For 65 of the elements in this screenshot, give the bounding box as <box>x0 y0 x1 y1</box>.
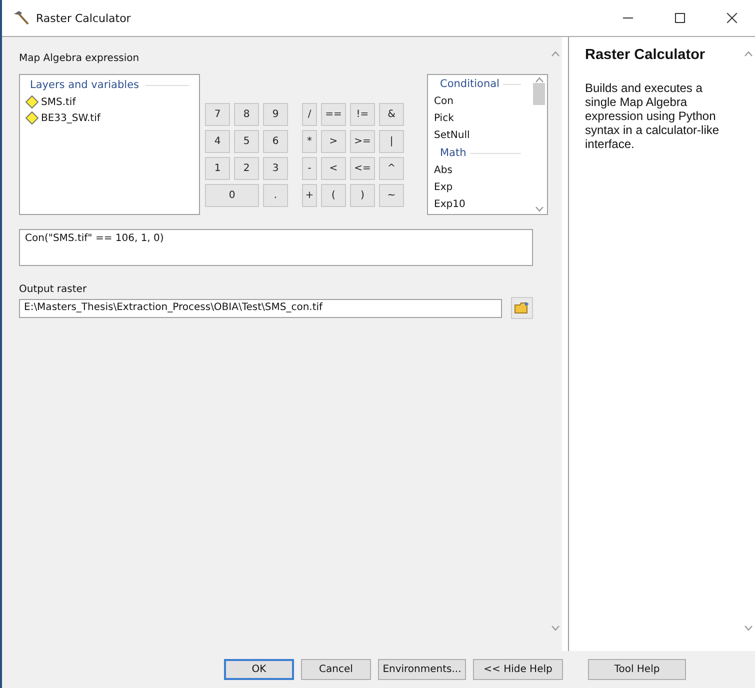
scroll-down-icon[interactable] <box>744 625 752 631</box>
layer-item[interactable]: BE33_SW.tif <box>41 112 100 124</box>
calculator-key[interactable]: 4 <box>205 130 230 153</box>
calculator-key[interactable]: 3 <box>263 157 288 180</box>
calculator-key[interactable]: ( <box>321 184 346 207</box>
function-item[interactable]: Pick <box>428 110 531 127</box>
calculator-key[interactable]: ~ <box>379 184 404 207</box>
dialog-button[interactable]: Tool Help <box>588 659 686 680</box>
calculator-key[interactable]: & <box>379 103 404 126</box>
calculator-key[interactable]: == <box>321 103 346 126</box>
list-heading: Conditional <box>440 78 500 90</box>
dialog-button[interactable]: Cancel <box>301 659 371 680</box>
section-label: Map Algebra expression <box>19 53 140 64</box>
list-heading: Math <box>440 147 466 159</box>
diamond-icon <box>25 111 39 125</box>
calculator-key[interactable]: 1 <box>205 157 230 180</box>
window-title: Raster Calculator <box>36 12 132 24</box>
calculator-key[interactable]: ^ <box>379 157 404 180</box>
scroll-up-icon[interactable] <box>550 51 560 57</box>
calculator-key[interactable]: | <box>379 130 404 153</box>
browse-button[interactable] <box>511 297 533 319</box>
function-item[interactable]: Exp10 <box>428 196 531 213</box>
calculator-key[interactable]: 6 <box>263 130 288 153</box>
calculator-key[interactable]: . <box>263 184 288 207</box>
diamond-icon <box>25 95 39 109</box>
help-text: Builds and executes a single Map Algebra expression using Python syntax in a calculator-like interface. <box>585 81 720 151</box>
help-title: Raster Calculator <box>585 47 706 63</box>
output-raster-field[interactable]: E:\Masters_Thesis\Extraction_Process\OBIA\Test\SMS_con.tif <box>19 298 502 318</box>
dialog-button[interactable]: << Hide Help <box>473 659 563 680</box>
calculator-key[interactable]: != <box>350 103 375 126</box>
scrollbar[interactable] <box>531 75 547 214</box>
calculator-key[interactable]: 0 <box>205 184 259 207</box>
scroll-down-icon[interactable] <box>550 625 560 631</box>
calculator-key[interactable]: 5 <box>234 130 259 153</box>
field-label: Output raster <box>19 284 88 295</box>
function-item[interactable]: Abs <box>428 162 531 179</box>
calculator-key[interactable]: + <box>302 184 317 207</box>
calculator-key[interactable]: ) <box>350 184 375 207</box>
expression-field[interactable]: Con("SMS.tif" == 106, 1, 0) <box>19 229 533 266</box>
layer-item[interactable]: SMS.tif <box>41 96 76 108</box>
dialog-button[interactable]: OK <box>224 659 294 680</box>
calculator-key[interactable]: 2 <box>234 157 259 180</box>
calculator-key[interactable]: / <box>302 103 317 126</box>
scroll-up-icon[interactable] <box>534 77 544 83</box>
calculator-key[interactable]: 9 <box>263 103 288 126</box>
calculator-key[interactable]: 7 <box>205 103 230 126</box>
calculator-key[interactable]: > <box>321 130 346 153</box>
folder-icon <box>514 301 530 315</box>
scroll-up-icon[interactable] <box>744 51 752 57</box>
function-item[interactable]: Con <box>428 93 531 110</box>
scrollbar-thumb[interactable] <box>533 83 545 105</box>
function-item[interactable]: SetNull <box>428 127 531 144</box>
calculator-key[interactable]: - <box>302 157 317 180</box>
function-item[interactable]: Exp <box>428 179 531 196</box>
calculator-key[interactable]: >= <box>350 130 375 153</box>
calculator-key[interactable]: < <box>321 157 346 180</box>
calculator-key[interactable]: * <box>302 130 317 153</box>
maximize-icon <box>675 13 685 23</box>
calculator-key[interactable]: <= <box>350 157 375 180</box>
close-icon <box>727 13 737 23</box>
scroll-down-icon[interactable] <box>534 206 544 212</box>
calculator-key[interactable]: 8 <box>234 103 259 126</box>
hammer-icon <box>12 10 30 26</box>
dialog-button[interactable]: Environments... <box>378 659 466 680</box>
list-heading: Layers and variables <box>30 79 140 91</box>
